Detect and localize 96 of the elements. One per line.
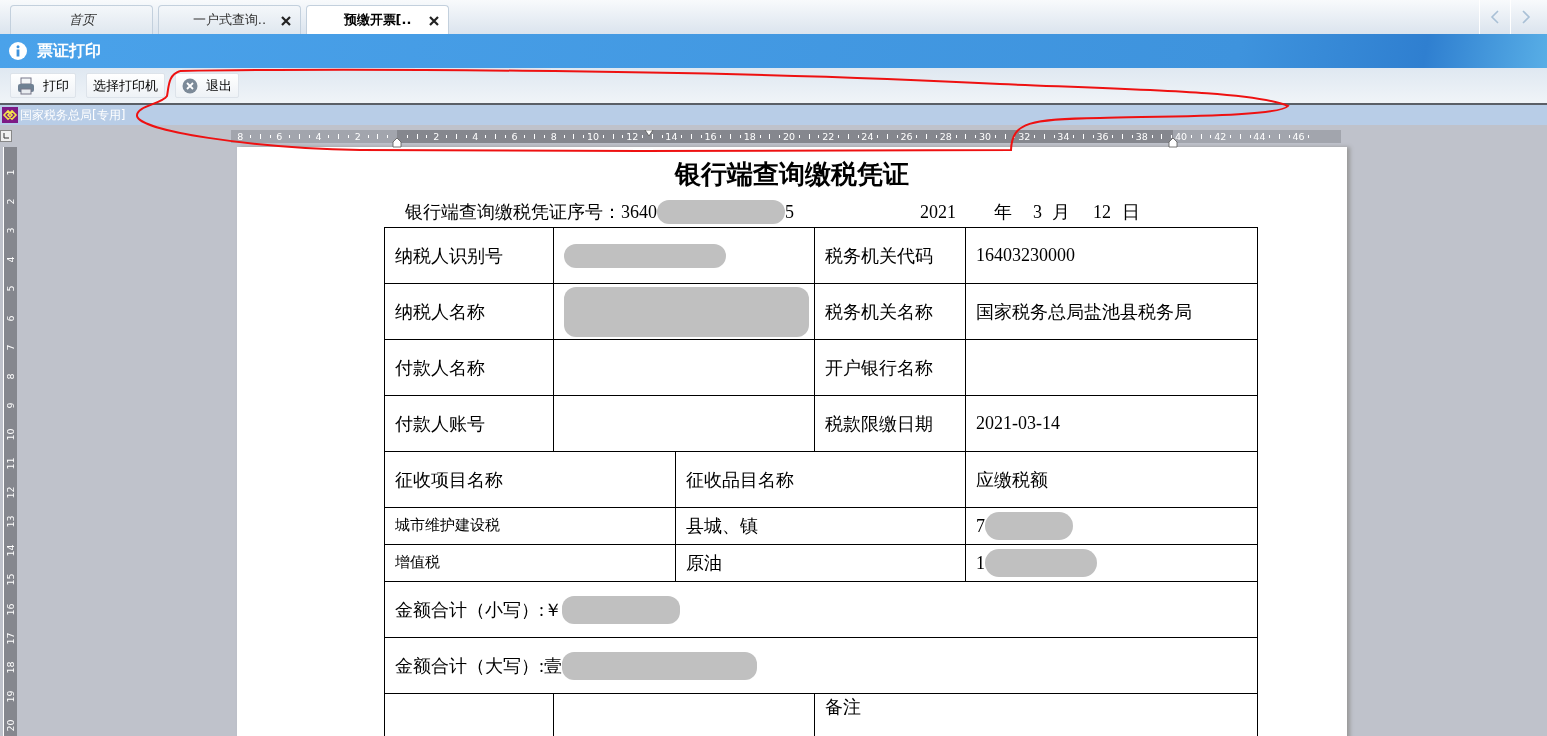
ruler-number: 44 (1253, 129, 1266, 143)
ruler-number: 17 (4, 631, 17, 645)
ruler-number: 26 (900, 129, 913, 143)
toolbar-button[interactable]: 退出 (175, 73, 239, 98)
ruler-number: 6 (511, 129, 518, 143)
ruler-number: 3 (4, 226, 17, 236)
ruler-number: 20 (782, 129, 796, 143)
ruler-number: 8 (550, 129, 557, 143)
ruler-number: 40 (1174, 129, 1188, 143)
ruler-number: 28 (939, 129, 952, 143)
table-cell: 城市维护建设税 (384, 507, 676, 545)
table-cell: 1 (965, 544, 1258, 582)
close-icon (182, 77, 198, 94)
ruler-number: 42 (1214, 129, 1227, 143)
ruler-number: 2 (354, 129, 361, 143)
panel-title: 票证打印 (37, 40, 101, 62)
ruler-number: 24 (861, 129, 874, 143)
column-header: 应缴税额 (965, 451, 1258, 508)
ruler-number: 12 (626, 129, 639, 143)
field-label: 付款人账号 (384, 395, 554, 452)
ruler-number: 4 (472, 129, 479, 143)
ruler-number: 14 (665, 129, 678, 143)
tab[interactable]: 预缴开票[.. (306, 5, 449, 34)
serial-number: 5 (785, 201, 794, 223)
ruler-number: 14 (4, 544, 17, 558)
ruler-number: 1 (4, 168, 17, 178)
ruler-number: 46 (1292, 129, 1305, 143)
toolbar-button[interactable]: 选择打印机 (86, 73, 165, 98)
ruler-number: 6 (4, 314, 17, 324)
info-icon (9, 42, 27, 60)
document-title: 银行端查询缴税凭证 (673, 158, 910, 191)
ruler-number: 34 (1057, 129, 1070, 143)
ruler-number: 18 (4, 660, 17, 674)
close-icon[interactable] (428, 15, 440, 27)
serial-label: 银行端查询缴税凭证序号： (405, 201, 621, 224)
ruler-number: 2 (433, 129, 440, 143)
ruler-number: 19 (4, 689, 17, 703)
ruler-number: 11 (4, 457, 17, 470)
ruler-number: 6 (276, 129, 283, 143)
field-value: 国家税务总局盐池县税务局 (965, 283, 1258, 340)
ruler-number: 8 (4, 372, 17, 382)
ruler-number: 10 (586, 129, 600, 143)
field-value: 2021-03-14 (965, 395, 1258, 452)
ruler-number: 20 (4, 718, 17, 732)
tab[interactable]: 一户式查询.. (158, 5, 301, 34)
column-header: 征收品目名称 (675, 451, 966, 508)
ruler-number: 16 (704, 129, 717, 143)
field-label: 税款限缴日期 (814, 395, 966, 452)
ruler-number: 4 (315, 129, 322, 143)
field-label: 开户银行名称 (814, 339, 966, 396)
tab-stop-icon[interactable] (0, 130, 12, 142)
ruler-number: 15 (4, 573, 17, 587)
ruler-number: 4 (4, 255, 17, 265)
field-label: 税务机关名称 (814, 283, 966, 340)
date-unit: 月 (1052, 201, 1070, 224)
ruler-number: 30 (978, 129, 992, 143)
total-row: 金额合计（大写）:壹 (384, 637, 1258, 694)
field-label: 纳税人名称 (384, 283, 554, 340)
table-cell: 县城、镇 (675, 507, 966, 545)
field-label: 纳税人识别号 (384, 227, 554, 284)
ruler-number: 36 (1096, 129, 1109, 143)
ruler-number: 5 (4, 284, 17, 294)
logo-icon (2, 107, 18, 123)
field-label: 付款人名称 (384, 339, 554, 396)
indent-marker-icon[interactable] (644, 129, 654, 137)
date-unit: 年 (994, 201, 1012, 224)
table-cell: 7 (965, 507, 1258, 545)
margin-marker-icon[interactable] (392, 137, 402, 148)
ruler-number: 13 (4, 515, 17, 529)
ruler-number: 32 (1018, 129, 1031, 143)
field-value: 16403230000 (965, 227, 1258, 284)
ruler-number: 8 (237, 129, 244, 143)
date-day: 12 (1093, 201, 1111, 223)
ruler-number: 22 (822, 129, 835, 143)
toolbar-button[interactable]: 打印 (10, 73, 76, 98)
ruler-number: 12 (4, 486, 17, 500)
table-cell: 原油 (675, 544, 966, 582)
date-unit: 日 (1122, 201, 1140, 224)
total-row: 金额合计（小写）:￥ (384, 581, 1258, 638)
table-cell: 增值税 (384, 544, 676, 582)
ruler-number: 10 (4, 427, 17, 441)
column-header: 征收项目名称 (384, 451, 676, 508)
ruler-number: 16 (4, 602, 17, 616)
field-label: 税务机关代码 (814, 227, 966, 284)
ruler-number: 7 (4, 343, 17, 353)
date-month: 3 (1033, 201, 1042, 223)
close-icon[interactable] (280, 15, 292, 27)
plugin-name: 国家税务总局[专用] (20, 106, 126, 124)
date-year: 2021 (920, 201, 956, 223)
ruler-number: 38 (1135, 129, 1148, 143)
serial-number: 3640 (621, 201, 657, 223)
ruler-number: 9 (4, 401, 17, 411)
printer-icon (17, 76, 35, 95)
ruler-number: 2 (4, 197, 17, 207)
tab[interactable]: 首页 (10, 5, 153, 34)
ruler-number: 18 (743, 129, 756, 143)
